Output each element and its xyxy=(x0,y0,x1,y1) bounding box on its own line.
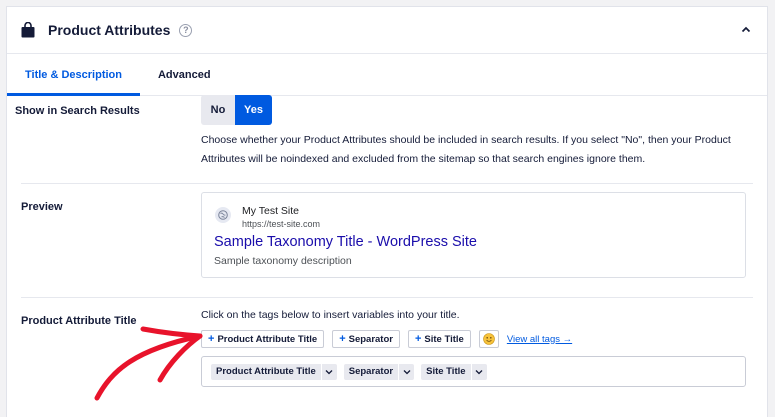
globe-icon xyxy=(215,207,231,223)
plus-icon: + xyxy=(208,333,215,345)
emoji-icon xyxy=(483,333,495,345)
shopping-bag-icon xyxy=(21,22,35,38)
divider xyxy=(21,183,753,184)
chevron-up-icon[interactable] xyxy=(739,23,753,37)
chevron-down-icon[interactable] xyxy=(398,363,414,380)
attribute-title-label: Product Attribute Title xyxy=(21,315,137,327)
view-all-tags-link[interactable]: View all tags → xyxy=(507,334,572,345)
title-chip[interactable]: Product Attribute Title xyxy=(211,363,337,380)
insert-product-attribute-title-tag-button[interactable]: + Product Attribute Title xyxy=(201,330,325,348)
preview-site-url: https://test-site.com xyxy=(242,219,321,229)
title-chip[interactable]: Site Title xyxy=(421,363,487,380)
panel-title: Product Attributes xyxy=(48,22,171,38)
search-results-label: Show in Search Results xyxy=(15,105,140,117)
chip-label: Separator xyxy=(348,366,394,377)
tab-title-description[interactable]: Title & Description xyxy=(7,54,140,96)
tab-advanced[interactable]: Advanced xyxy=(140,54,229,96)
preview-title[interactable]: Sample Taxonomy Title - WordPress Site xyxy=(214,234,477,250)
divider xyxy=(21,297,753,298)
emoji-picker-button[interactable] xyxy=(478,330,499,348)
panel-header[interactable]: Product Attributes ? xyxy=(7,7,767,54)
search-results-description: Choose whether your Product Attributes s… xyxy=(201,134,731,165)
search-preview-box: My Test Site https://test-site.com Sampl… xyxy=(201,192,746,278)
plus-icon: + xyxy=(339,333,346,345)
chevron-down-icon[interactable] xyxy=(320,363,337,380)
tag-button-row: + Product Attribute Title + Separator + … xyxy=(201,330,572,348)
preview-label: Preview xyxy=(21,201,63,213)
preview-site-name: My Test Site xyxy=(242,205,299,217)
tag-button-label: Product Attribute Title xyxy=(217,333,318,345)
chip-label: Product Attribute Title xyxy=(216,366,316,377)
tag-button-label: Site Title xyxy=(424,333,464,345)
preview-description: Sample taxonomy description xyxy=(214,255,352,267)
toggle-no-button[interactable]: No xyxy=(201,95,235,125)
chip-label: Site Title xyxy=(426,366,466,377)
search-results-toggle: No Yes xyxy=(201,95,272,125)
attribute-title-input[interactable]: Product Attribute Title Separator Site T… xyxy=(201,356,746,387)
title-chip[interactable]: Separator xyxy=(343,363,415,380)
question-circle-icon[interactable]: ? xyxy=(179,23,193,37)
chevron-down-icon[interactable] xyxy=(470,363,487,380)
tag-button-label: Separator xyxy=(348,333,393,345)
tags-helper-text: Click on the tags below to insert variab… xyxy=(201,309,460,321)
plus-icon: + xyxy=(414,333,422,345)
insert-separator-tag-button[interactable]: + Separator xyxy=(332,330,400,348)
tab-bar: Title & Description Advanced xyxy=(7,54,767,96)
toggle-yes-button[interactable]: Yes xyxy=(235,95,272,125)
insert-site-title-tag-button[interactable]: + Site Title xyxy=(407,330,471,348)
